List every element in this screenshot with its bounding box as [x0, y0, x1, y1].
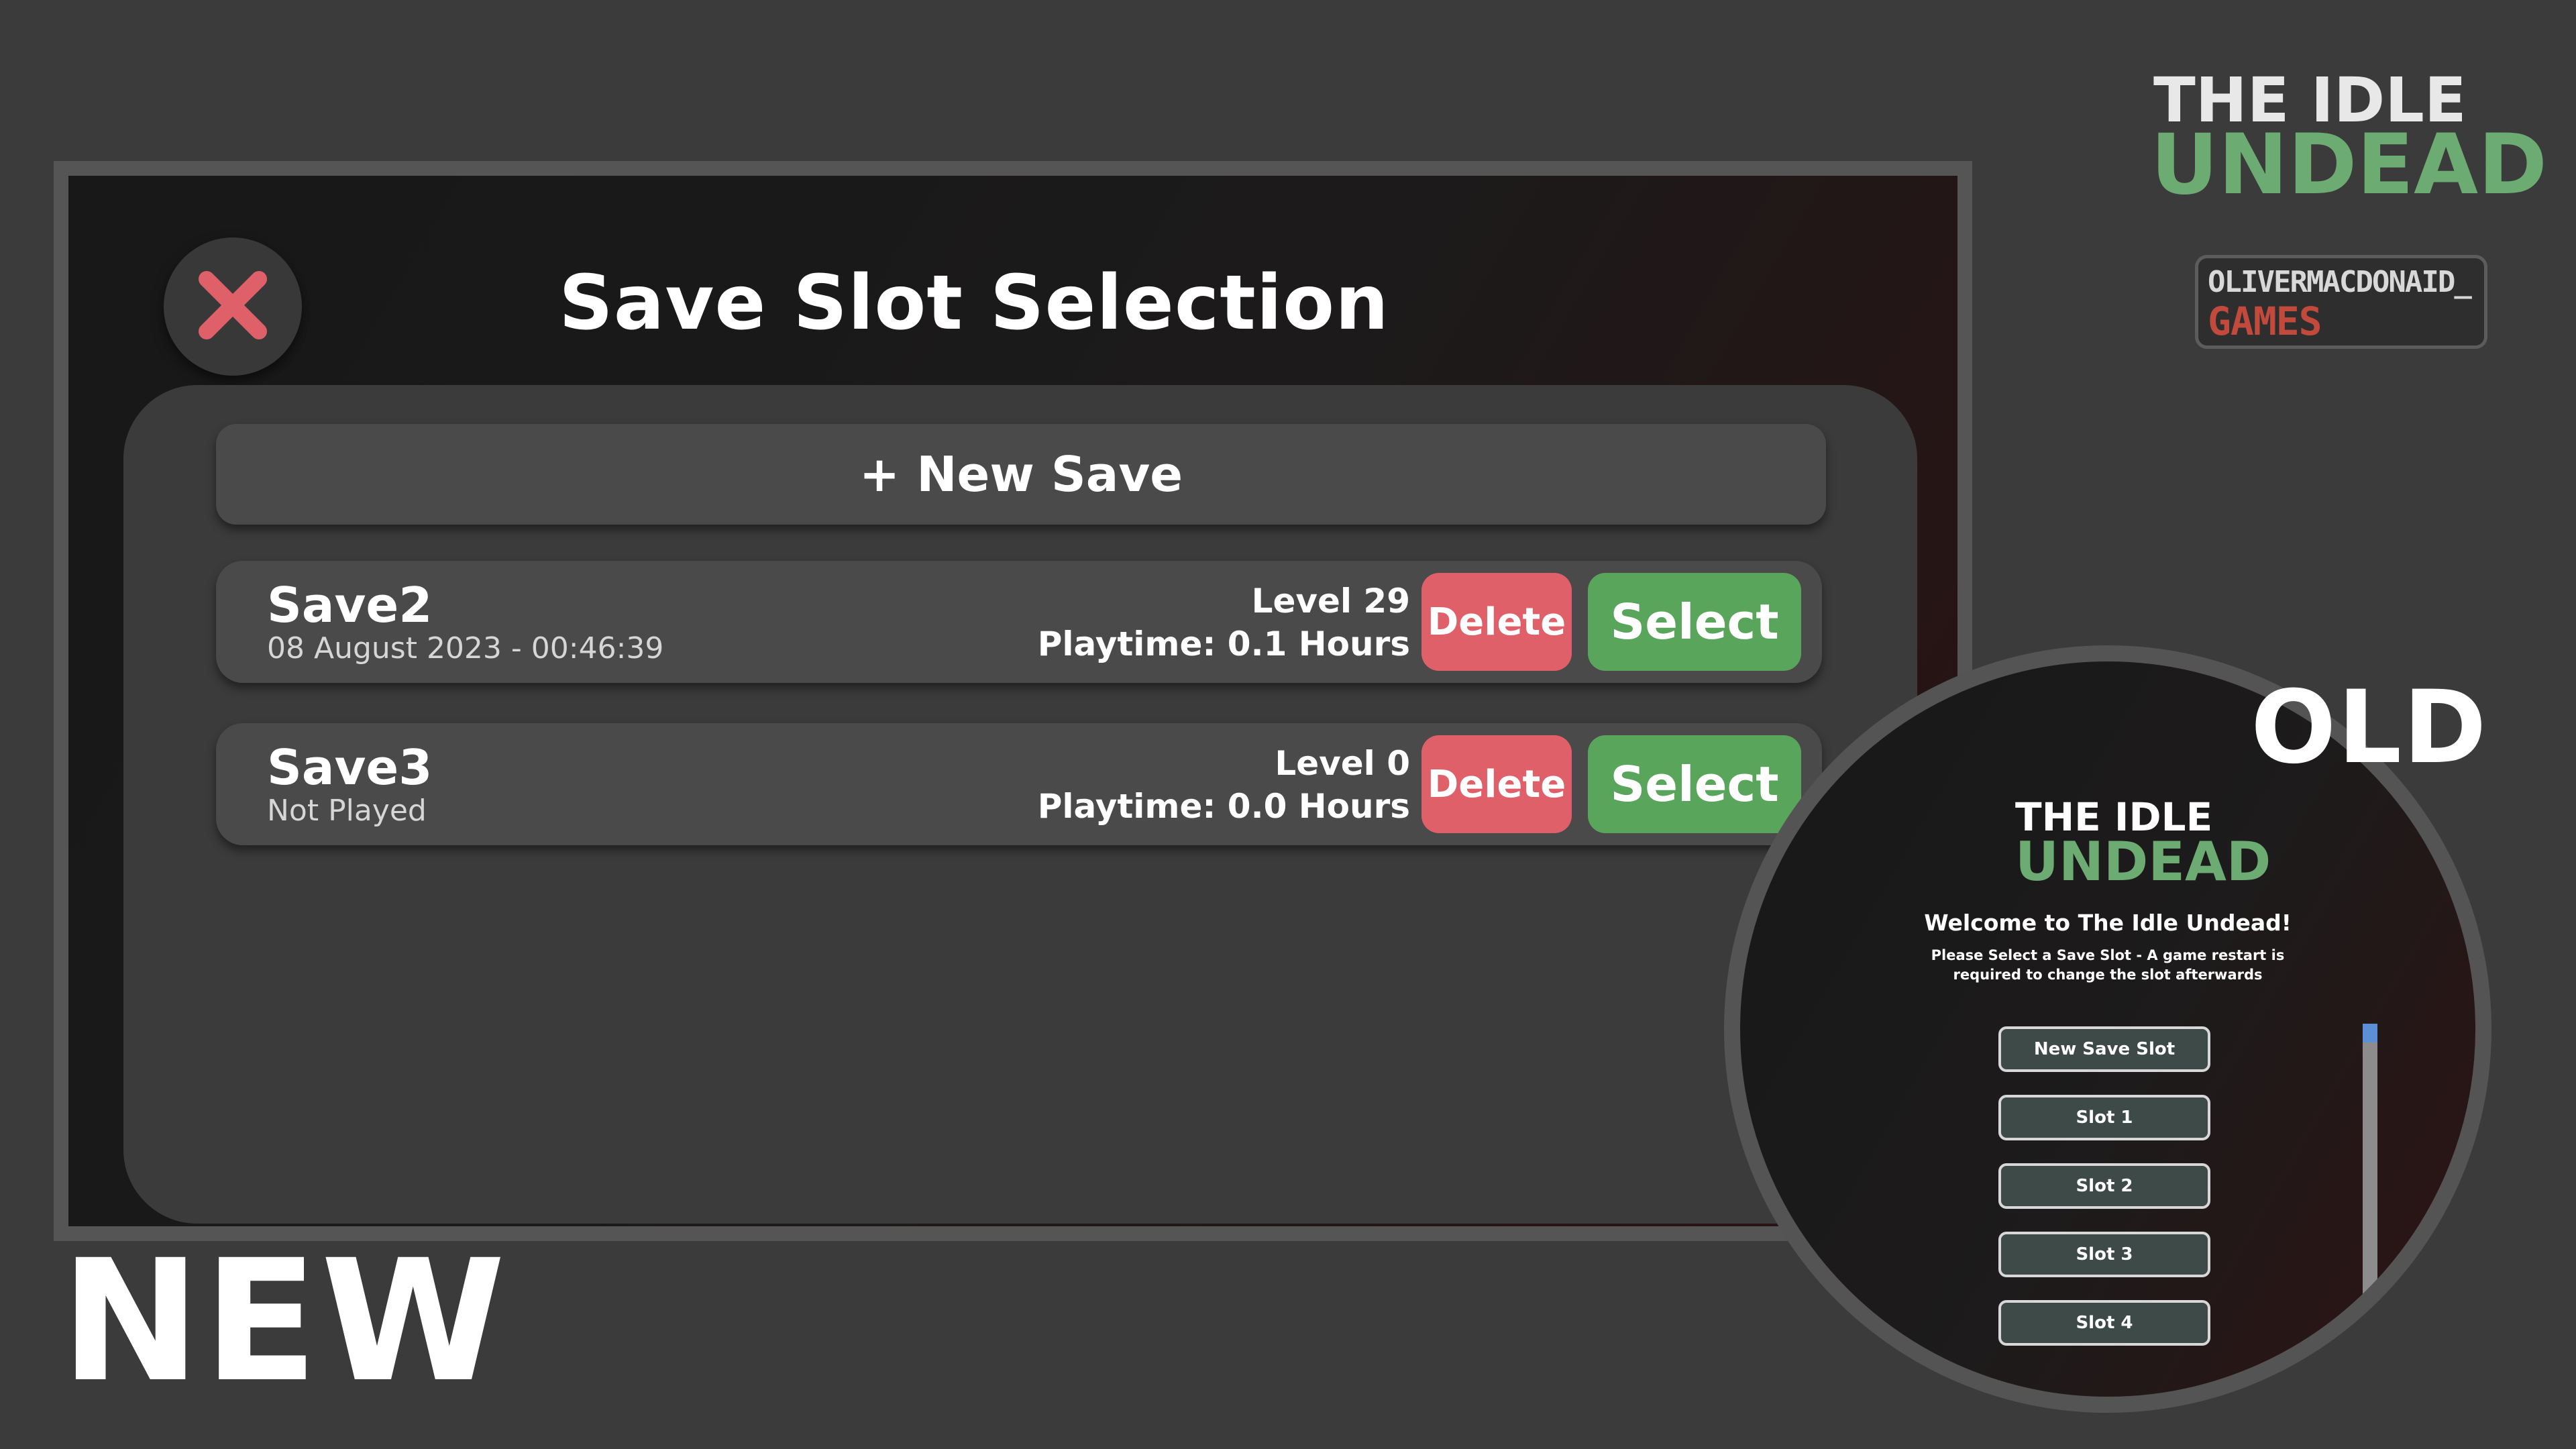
- old-slot-1-button[interactable]: Slot 1: [1998, 1095, 2210, 1140]
- old-slot-3-button[interactable]: Slot 3: [1998, 1232, 2210, 1277]
- slot-name: Save2: [267, 577, 433, 633]
- slot-name: Save3: [267, 739, 433, 796]
- save-slot-row: Save3 Not Played Level 0 Playtime: 0.0 H…: [216, 723, 1822, 845]
- old-slot-2-button[interactable]: Slot 2: [1998, 1163, 2210, 1209]
- delete-button[interactable]: Delete: [1421, 735, 1572, 833]
- old-welcome-text: Welcome to The Idle Undead!: [1924, 910, 2292, 936]
- save-slot-list: + New Save Save2 08 August 2023 - 00:46:…: [123, 385, 1917, 1224]
- slot-date: 08 August 2023 - 00:46:39: [267, 631, 664, 665]
- window-title: Save Slot Selection: [559, 260, 1389, 347]
- new-save-button[interactable]: + New Save: [216, 424, 1826, 525]
- old-scrollbar[interactable]: [2363, 1024, 2377, 1373]
- old-new-save-slot-button[interactable]: New Save Slot: [1998, 1026, 2210, 1072]
- old-slot-4-button[interactable]: Slot 4: [1998, 1300, 2210, 1346]
- save-slot-row: Save2 08 August 2023 - 00:46:39 Level 29…: [216, 561, 1822, 683]
- slot-level: Level 29: [1251, 582, 1410, 621]
- game-logo-line2: UNDEAD: [2151, 117, 2547, 213]
- old-label: OLD: [2251, 669, 2488, 786]
- old-instruction-text: Please Select a Save Slot - A game resta…: [1931, 947, 2285, 983]
- select-button[interactable]: Select: [1588, 735, 1801, 833]
- close-button[interactable]: [164, 237, 302, 376]
- select-button[interactable]: Select: [1588, 573, 1801, 671]
- slot-playtime: Playtime: 0.1 Hours: [1037, 625, 1410, 663]
- delete-button[interactable]: Delete: [1421, 573, 1572, 671]
- old-scrollbar-thumb[interactable]: [2363, 1024, 2377, 1042]
- studio-logo: OLIVERMACDONAID_ GAMES: [2195, 255, 2487, 349]
- new-label: NEW: [60, 1224, 508, 1419]
- slot-playtime: Playtime: 0.0 Hours: [1037, 787, 1410, 826]
- slot-level: Level 0: [1275, 744, 1410, 783]
- slot-status: Not Played: [267, 794, 427, 828]
- close-icon: [196, 268, 270, 345]
- old-logo-line2: UNDEAD: [2015, 830, 2271, 893]
- studio-logo-line2: GAMES: [2208, 299, 2322, 344]
- studio-logo-line1: OLIVERMACDONAID_: [2208, 265, 2472, 299]
- save-slot-selection-window: Save Slot Selection + New Save Save2 08 …: [54, 161, 1972, 1241]
